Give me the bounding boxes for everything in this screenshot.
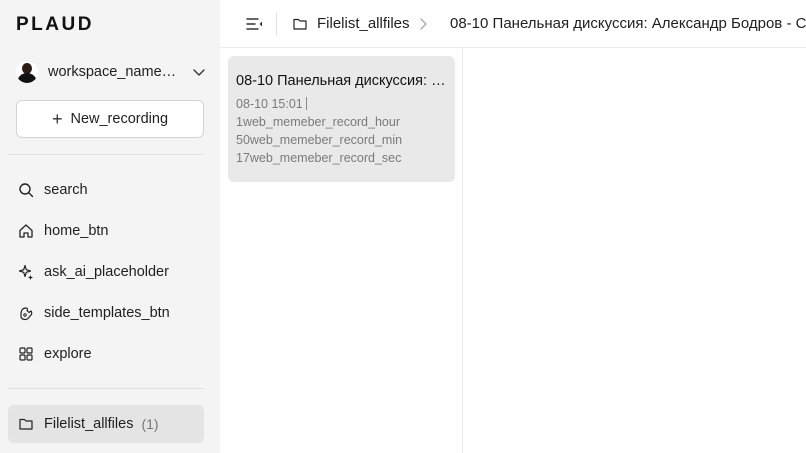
templates-icon <box>18 305 34 321</box>
sidebar: PLAUD workspace_name_placeholder + New_r… <box>0 0 220 453</box>
recording-duration-minutes: 50web_memeber_record_min <box>236 133 403 147</box>
plus-icon: + <box>51 109 63 129</box>
breadcrumb-root[interactable]: Filelist_allfiles <box>317 15 410 32</box>
top-bar: Filelist_allfiles 08-10 Панельная дискус… <box>220 0 806 48</box>
home-icon <box>18 223 34 239</box>
new-recording-button[interactable]: + New_recording <box>16 100 204 138</box>
recording-duration-seconds: 17web_memeber_record_sec <box>236 151 402 165</box>
divider <box>276 13 277 35</box>
detail-pane <box>464 48 806 453</box>
chevron-right-icon <box>418 17 428 31</box>
recording-duration-hours: 1web_memeber_record_hour <box>236 115 400 129</box>
sidebar-item-label: ask_ai_placeholder <box>44 264 169 280</box>
sidebar-item-label: Filelist_allfiles <box>44 416 134 432</box>
new-recording-label: New_recording <box>70 111 169 127</box>
recording-date: 08-10 15:01 <box>236 97 303 111</box>
breadcrumb-current: 08-10 Панельная дискуссия: Александр Бод… <box>450 15 806 32</box>
sidebar-item-ask-ai[interactable]: ask_ai_placeholder <box>8 254 204 290</box>
sidebar-toggle-icon[interactable] <box>246 16 264 32</box>
folder-count: (1) <box>141 416 159 432</box>
folder-icon <box>18 416 34 432</box>
app-window: PLAUD workspace_name_placeholder + New_r… <box>0 0 806 453</box>
divider <box>8 154 204 155</box>
sidebar-item-label: search <box>44 182 88 198</box>
app-logo: PLAUD <box>16 14 94 35</box>
sidebar-item-label: home_btn <box>44 223 109 239</box>
divider <box>8 388 204 389</box>
recording-card[interactable]: 08-10 Панельная дискуссия: Александр Бод… <box>228 56 455 182</box>
sidebar-item-explore[interactable]: explore <box>8 336 204 372</box>
recording-title: 08-10 Панельная дискуссия: Александр Бод… <box>236 73 447 89</box>
sparkle-icon <box>18 264 34 280</box>
folder-icon <box>292 16 308 32</box>
recording-date-line: 08-10 15:01 <box>236 97 447 111</box>
sidebar-item-label: explore <box>44 346 92 362</box>
avatar <box>16 61 38 83</box>
chevron-down-icon <box>192 65 206 79</box>
separator <box>305 97 307 110</box>
sidebar-item-search[interactable]: search <box>8 172 204 208</box>
search-icon <box>18 182 34 198</box>
grid-icon <box>18 346 34 362</box>
sidebar-item-filelist-allfiles[interactable]: Filelist_allfiles (1) <box>8 405 204 443</box>
sidebar-item-label: side_templates_btn <box>44 305 170 321</box>
workspace-switcher[interactable]: workspace_name_placeholder <box>16 58 206 86</box>
sidebar-item-templates[interactable]: side_templates_btn <box>8 295 204 331</box>
file-list: 08-10 Панельная дискуссия: Александр Бод… <box>220 48 463 453</box>
workspace-name: workspace_name_placeholder <box>48 64 184 80</box>
sidebar-item-home[interactable]: home_btn <box>8 213 204 249</box>
